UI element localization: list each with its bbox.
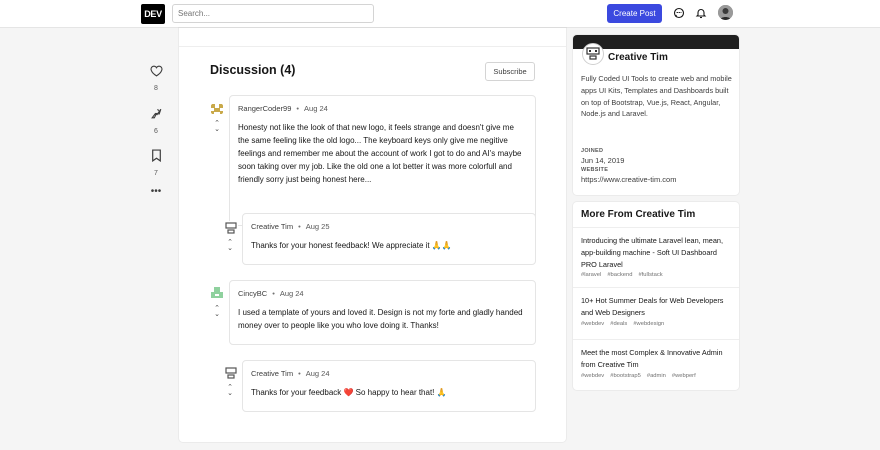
commenter-avatar[interactable]	[224, 221, 238, 235]
article-tag[interactable]: #webdev	[581, 321, 604, 327]
article-tag[interactable]: #deals	[610, 321, 627, 327]
search-input[interactable]	[172, 4, 374, 23]
subscribe-button[interactable]: Subscribe	[485, 62, 535, 81]
divider	[573, 227, 739, 228]
discussion-title: Discussion (4)	[210, 63, 296, 77]
comment-body: I used a template of yours and loved it.…	[238, 308, 523, 330]
joined-value: Jun 14, 2019	[581, 156, 625, 165]
separator-dot: •	[296, 104, 300, 113]
bell-icon[interactable]	[694, 6, 708, 20]
article-tag[interactable]: #fullstack	[638, 272, 662, 278]
collapse-thread-icon[interactable]: ⌃ ⌄	[212, 305, 222, 318]
article-tag[interactable]: #bootstrap5	[610, 373, 641, 379]
more-options-button[interactable]: •••	[145, 186, 167, 197]
divider	[573, 287, 739, 288]
comment-author[interactable]: Creative Tim	[251, 369, 293, 378]
comment-date[interactable]: Aug 24	[280, 289, 304, 298]
article-title[interactable]: Introducing the ultimate Laravel lean, m…	[581, 235, 733, 270]
article-tag[interactable]: #webperf	[672, 373, 696, 379]
heart-icon	[145, 64, 167, 82]
author-profile-card: Creative Tim Fully Coded UI Tools to cre…	[573, 35, 739, 195]
article-title[interactable]: 10+ Hot Summer Deals for Web Developers …	[581, 295, 733, 319]
profile-description: Fully Coded UI Tools to create web and m…	[581, 74, 732, 119]
user-avatar[interactable]	[718, 5, 733, 20]
comment-date[interactable]: Aug 24	[306, 369, 330, 378]
comment-card: RangerCoder99 • Aug 24 Honesty not like …	[229, 95, 536, 226]
bookmark-count: 7	[154, 170, 158, 177]
heart-reaction-button[interactable]: 8	[145, 64, 167, 92]
comment-date[interactable]: Aug 25	[306, 222, 330, 231]
more-from-title: More From Creative Tim	[581, 209, 696, 220]
more-from-author-card: More From Creative Tim Introducing the u…	[573, 202, 739, 390]
creative-tim-logo[interactable]	[582, 43, 604, 65]
article-tag[interactable]: #webdev	[581, 373, 604, 379]
collapse-thread-icon[interactable]: ⌃ ⌄	[225, 239, 235, 252]
article-tag[interactable]: #webdesign	[633, 321, 664, 327]
create-post-button[interactable]: Create Post	[607, 4, 662, 23]
comment-card: Creative Tim • Aug 24 Thanks for your fe…	[242, 360, 536, 412]
comment-author[interactable]: RangerCoder99	[238, 104, 291, 113]
heart-count: 8	[154, 85, 158, 92]
commenter-avatar[interactable]	[224, 366, 238, 380]
article-tag[interactable]: #admin	[647, 373, 666, 379]
article-tag[interactable]: #laravel	[581, 272, 601, 278]
comment-body: Thanks for your honest feedback! We appr…	[251, 241, 452, 250]
more-article-item[interactable]: 10+ Hot Summer Deals for Web Developers …	[581, 295, 733, 327]
more-article-item[interactable]: Introducing the ultimate Laravel lean, m…	[581, 235, 733, 278]
chat-icon[interactable]	[672, 6, 686, 20]
comment-body: Honesty not like the look of that new lo…	[238, 123, 522, 184]
joined-label: JOINED	[581, 148, 604, 154]
collapse-thread-icon[interactable]: ⌃ ⌄	[225, 384, 235, 397]
collapse-thread-icon[interactable]: ⌃ ⌄	[212, 120, 222, 133]
comment-card: Creative Tim • Aug 25 Thanks for your ho…	[242, 213, 536, 265]
unicorn-reaction-button[interactable]: 6	[145, 107, 167, 135]
top-header: DEV Create Post	[0, 0, 880, 28]
more-icon: •••	[150, 186, 162, 197]
separator-dot: •	[298, 222, 301, 231]
separator-dot: •	[272, 289, 275, 298]
comment-author[interactable]: CincyBC	[238, 289, 267, 298]
unicorn-icon	[145, 107, 167, 125]
dev-logo[interactable]: DEV	[141, 4, 165, 24]
commenter-avatar[interactable]	[210, 102, 224, 116]
article-title[interactable]: Meet the most Complex & Innovative Admin…	[581, 347, 733, 371]
article-tag[interactable]: #backend	[607, 272, 632, 278]
profile-name[interactable]: Creative Tim	[608, 52, 668, 63]
website-label: WEBSITE	[581, 167, 609, 173]
discussion-panel: Discussion (4) Subscribe ⌃ ⌄ RangerCoder9…	[179, 28, 566, 442]
divider	[179, 46, 566, 47]
separator-dot: •	[298, 369, 301, 378]
comment-date[interactable]: Aug 24	[304, 104, 328, 113]
website-link[interactable]: https://www.creative-tim.com	[581, 175, 676, 184]
comment-card: CincyBC • Aug 24 I used a template of yo…	[229, 280, 536, 345]
more-article-item[interactable]: Meet the most Complex & Innovative Admin…	[581, 347, 733, 379]
bookmark-button[interactable]: 7	[145, 149, 167, 177]
unicorn-count: 6	[154, 128, 158, 135]
divider	[573, 339, 739, 340]
bookmark-icon	[145, 149, 167, 167]
commenter-avatar[interactable]	[210, 286, 224, 300]
comment-author[interactable]: Creative Tim	[251, 222, 293, 231]
comment-body: Thanks for your feedback ❤️ So happy to …	[251, 388, 447, 397]
